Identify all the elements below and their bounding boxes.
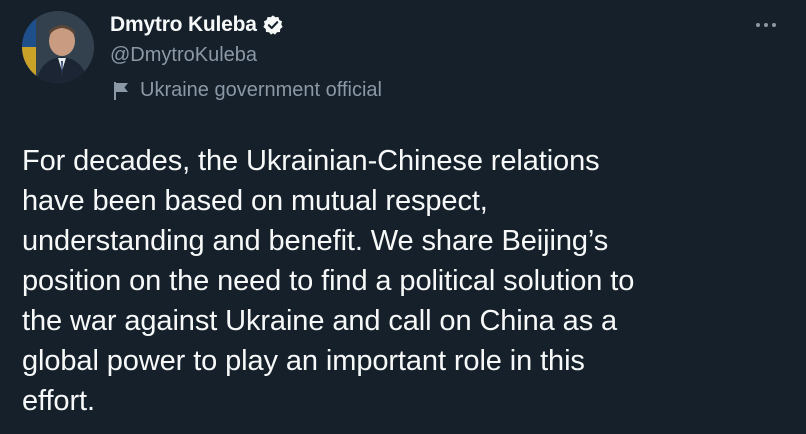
more-options-button[interactable] — [752, 11, 780, 39]
verified-badge-icon — [262, 14, 284, 36]
affiliation-label: Ukraine government official — [113, 79, 382, 102]
avatar[interactable] — [22, 11, 94, 83]
tweet-card: Dmytro Kuleba @DmytroKuleba Ukraine gove… — [0, 0, 806, 434]
avatar-image — [22, 11, 94, 83]
author-name-row: Dmytro Kuleba — [110, 11, 284, 39]
author-handle[interactable]: @DmytroKuleba — [110, 44, 257, 67]
affiliation-label-text: Ukraine government official — [140, 79, 382, 101]
more-options-icon — [756, 23, 776, 27]
flag-icon — [113, 81, 131, 101]
tweet-text: For decades, the Ukrainian-Chinese relat… — [22, 145, 635, 417]
author-display-name[interactable]: Dmytro Kuleba — [110, 13, 257, 37]
